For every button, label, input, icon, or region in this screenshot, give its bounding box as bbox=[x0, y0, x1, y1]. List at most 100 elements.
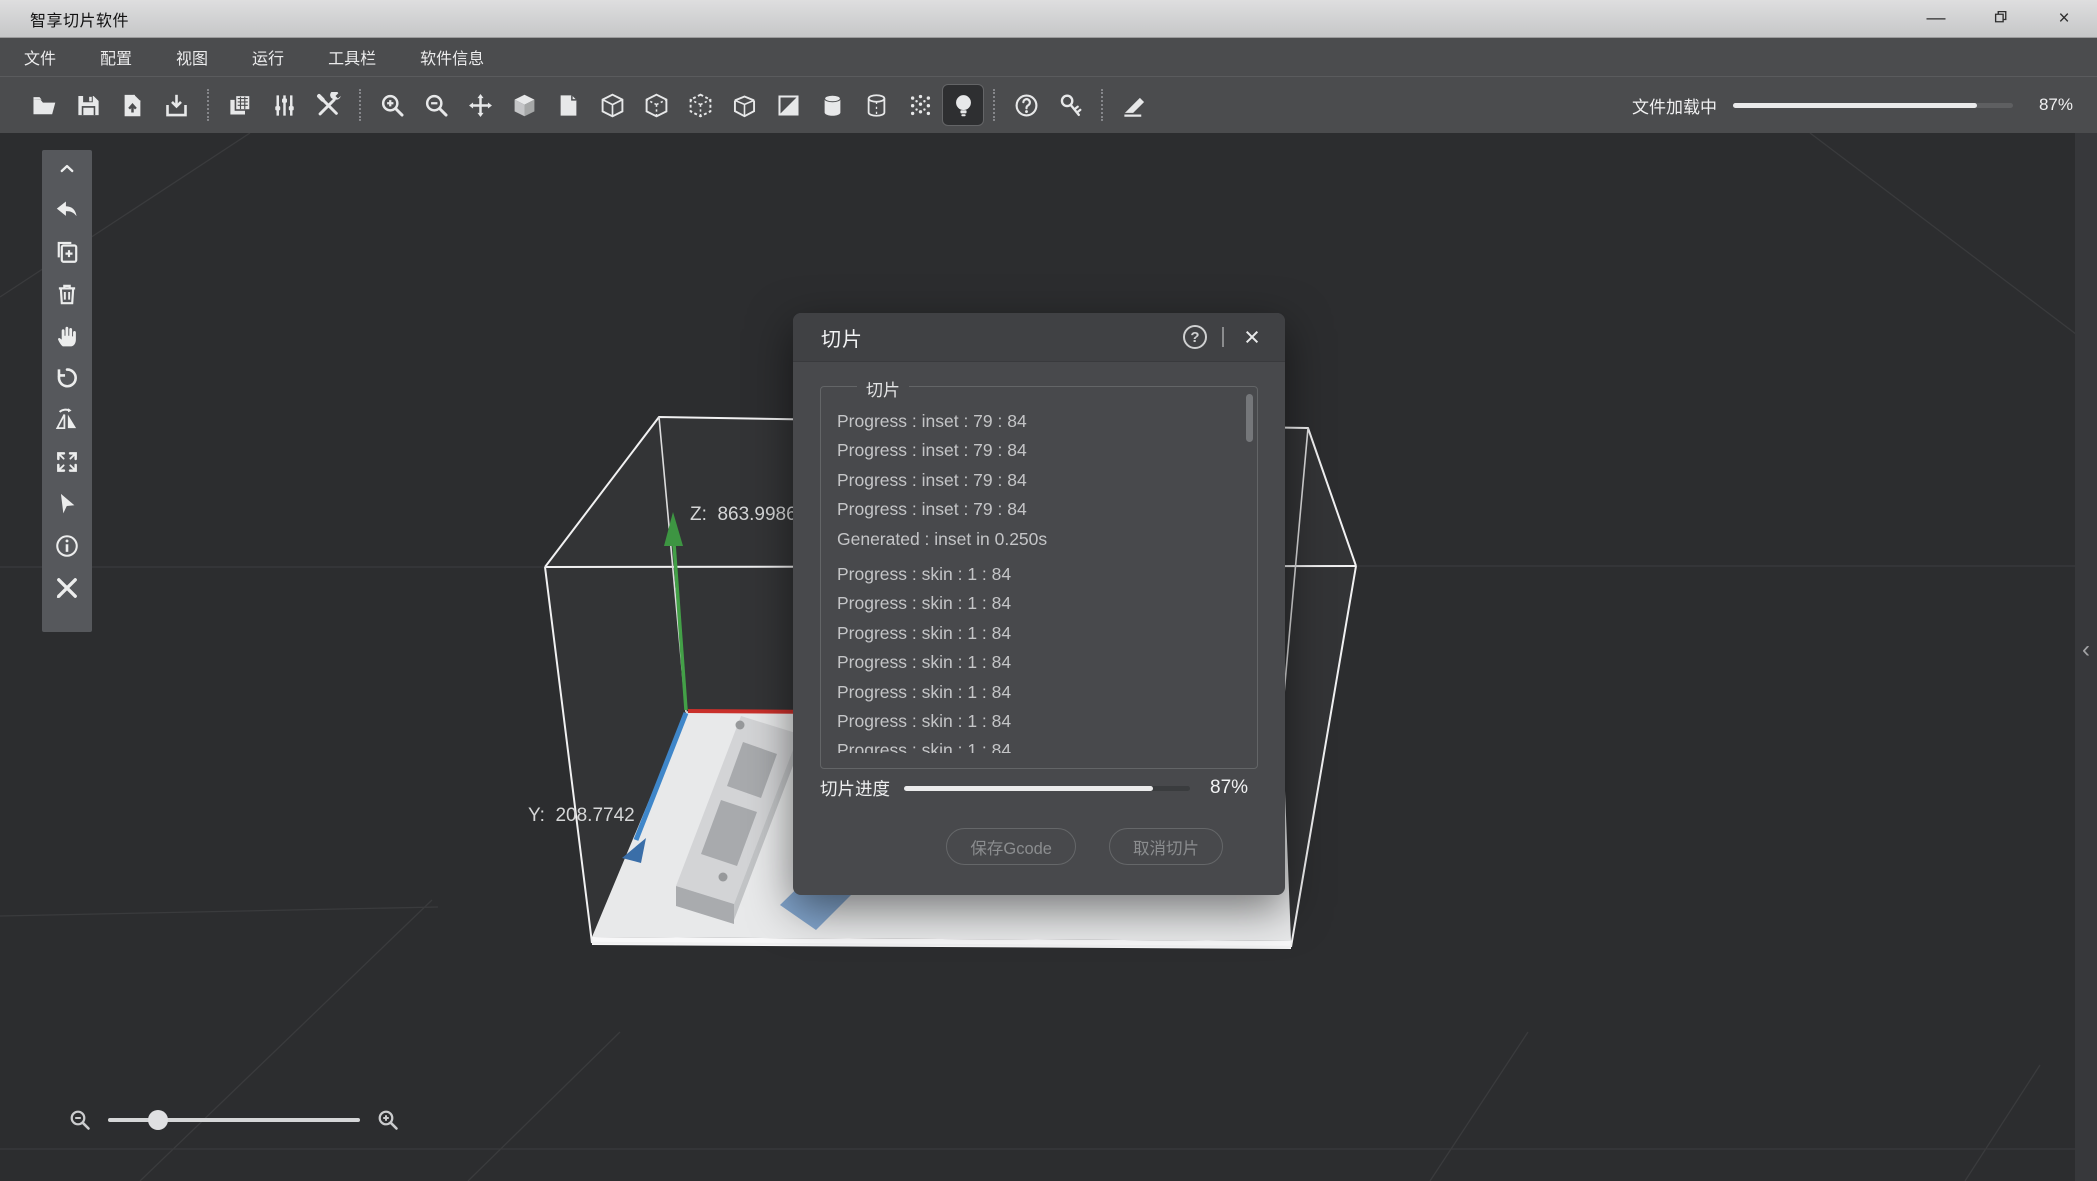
log-line: Progress : skin : 1 : 84 bbox=[837, 619, 1237, 648]
right-panel-collapse-chevron[interactable]: ‹ bbox=[2076, 638, 2096, 662]
slice-dialog-header[interactable]: 切片 ? × bbox=[793, 313, 1285, 362]
log-line: Progress : skin : 1 : 84 bbox=[837, 736, 1237, 753]
zoom-in-button[interactable] bbox=[370, 84, 414, 126]
zoom-slider-knob[interactable] bbox=[148, 1110, 168, 1130]
crossed-tools-icon bbox=[54, 575, 80, 601]
move-button[interactable] bbox=[458, 84, 502, 126]
license-key-button[interactable] bbox=[1048, 84, 1092, 126]
zoom-out-magnifier-icon[interactable] bbox=[68, 1108, 92, 1132]
close-icon: × bbox=[2058, 8, 2069, 30]
view-split-button[interactable] bbox=[766, 84, 810, 126]
toolbar-separator bbox=[984, 84, 1004, 126]
slice-progress-bar bbox=[904, 786, 1190, 791]
view-solid-button[interactable] bbox=[502, 84, 546, 126]
open-file-button[interactable] bbox=[22, 84, 66, 126]
slice-knife-icon bbox=[1121, 92, 1148, 119]
dashed-cube-icon bbox=[687, 92, 714, 119]
menu-file[interactable]: 文件 bbox=[24, 45, 56, 69]
select-button[interactable] bbox=[53, 491, 81, 517]
rotate-button[interactable] bbox=[53, 365, 81, 391]
collapse-sidebar-button[interactable] bbox=[53, 155, 81, 181]
zoom-slider-track[interactable] bbox=[108, 1118, 360, 1122]
log-scrollbar-thumb[interactable] bbox=[1246, 394, 1253, 442]
open-box-icon bbox=[731, 92, 758, 119]
duplicate-button[interactable] bbox=[53, 239, 81, 265]
view-points-button[interactable] bbox=[898, 84, 942, 126]
menu-software-info[interactable]: 软件信息 bbox=[420, 45, 484, 69]
scale-button[interactable] bbox=[53, 449, 81, 475]
title-bar: 智享切片软件 — × bbox=[0, 0, 2097, 38]
undo-arrow-icon bbox=[54, 197, 80, 223]
menu-view[interactable]: 视图 bbox=[176, 45, 208, 69]
info-circle-icon bbox=[54, 533, 80, 559]
toolbar: 文件加载中 87% bbox=[0, 76, 2097, 133]
delete-button[interactable] bbox=[53, 281, 81, 307]
dialog-close-button[interactable]: × bbox=[1239, 324, 1265, 351]
point-cloud-icon bbox=[907, 92, 934, 119]
layout-copy-icon bbox=[227, 92, 254, 119]
import-button[interactable] bbox=[110, 84, 154, 126]
view-dashed-button[interactable] bbox=[678, 84, 722, 126]
zoom-in-icon bbox=[379, 92, 406, 119]
question-mark-icon: ? bbox=[1190, 329, 1199, 346]
export-download-icon bbox=[163, 92, 190, 119]
z-axis-label: Z: 863.9986 bbox=[690, 504, 797, 525]
import-file-icon bbox=[119, 92, 146, 119]
window-controls: — × bbox=[1921, 5, 2079, 33]
export-button[interactable] bbox=[154, 84, 198, 126]
save-gcode-button[interactable]: 保存Gcode bbox=[946, 828, 1076, 865]
groupbox-legend: 切片 bbox=[857, 376, 909, 401]
side-toolbar bbox=[42, 150, 92, 632]
settings-sliders-button[interactable] bbox=[262, 84, 306, 126]
light-toggle-button[interactable] bbox=[942, 84, 984, 126]
view-open-box-button[interactable] bbox=[722, 84, 766, 126]
slice-progress-label: 切片进度 bbox=[820, 776, 890, 801]
cursor-pointer-icon bbox=[54, 491, 80, 517]
close-button[interactable]: × bbox=[2049, 5, 2079, 33]
slice-button[interactable] bbox=[1112, 84, 1156, 126]
log-line: Progress : skin : 1 : 84 bbox=[837, 560, 1237, 589]
key-icon bbox=[1057, 92, 1084, 119]
layout-copy-button[interactable] bbox=[218, 84, 262, 126]
minimize-button[interactable]: — bbox=[1921, 5, 1951, 33]
undo-button[interactable] bbox=[53, 197, 81, 223]
menu-toolbar[interactable]: 工具栏 bbox=[328, 45, 376, 69]
dialog-help-button[interactable]: ? bbox=[1183, 325, 1207, 349]
expand-arrows-icon bbox=[54, 449, 80, 475]
model-info-button[interactable] bbox=[53, 533, 81, 559]
menu-run[interactable]: 运行 bbox=[252, 45, 284, 69]
view-cylinder-wire-button[interactable] bbox=[854, 84, 898, 126]
help-button[interactable] bbox=[1004, 84, 1048, 126]
view-hidden-edges-button[interactable] bbox=[634, 84, 678, 126]
menu-config[interactable]: 配置 bbox=[100, 45, 132, 69]
tools-button[interactable] bbox=[306, 84, 350, 126]
log-line: Progress : skin : 1 : 84 bbox=[837, 707, 1237, 736]
toolbar-separator bbox=[198, 84, 218, 126]
move-arrows-icon bbox=[467, 92, 494, 119]
close-x-icon: × bbox=[1244, 322, 1260, 352]
wrench-tools-icon bbox=[315, 92, 342, 119]
diagonal-split-icon bbox=[775, 92, 802, 119]
log-line: Progress : inset : 79 : 84 bbox=[837, 466, 1237, 495]
view-surface-button[interactable] bbox=[546, 84, 590, 126]
cylinder-wireframe-icon bbox=[863, 92, 890, 119]
loading-label: 文件加载中 bbox=[1632, 93, 1717, 118]
mirror-button[interactable] bbox=[53, 407, 81, 433]
restore-button[interactable] bbox=[1985, 5, 2015, 33]
slice-log-list[interactable]: Progress : inset : 79 : 84 Progress : in… bbox=[837, 407, 1237, 753]
solid-cube-icon bbox=[511, 92, 538, 119]
zoom-out-button[interactable] bbox=[414, 84, 458, 126]
view-wireframe-button[interactable] bbox=[590, 84, 634, 126]
cancel-slice-button[interactable]: 取消切片 bbox=[1109, 828, 1223, 865]
view-cylinder-button[interactable] bbox=[810, 84, 854, 126]
save-button[interactable] bbox=[66, 84, 110, 126]
header-divider bbox=[1222, 327, 1224, 347]
repair-button[interactable] bbox=[53, 575, 81, 601]
loading-progress-fill bbox=[1733, 103, 1977, 108]
window-title: 智享切片软件 bbox=[30, 7, 129, 31]
zoom-in-magnifier-icon[interactable] bbox=[376, 1108, 400, 1132]
pan-button[interactable] bbox=[53, 323, 81, 349]
restore-icon bbox=[1993, 8, 2008, 30]
log-line: Progress : inset : 79 : 84 bbox=[837, 407, 1237, 436]
lightbulb-icon bbox=[950, 92, 977, 119]
